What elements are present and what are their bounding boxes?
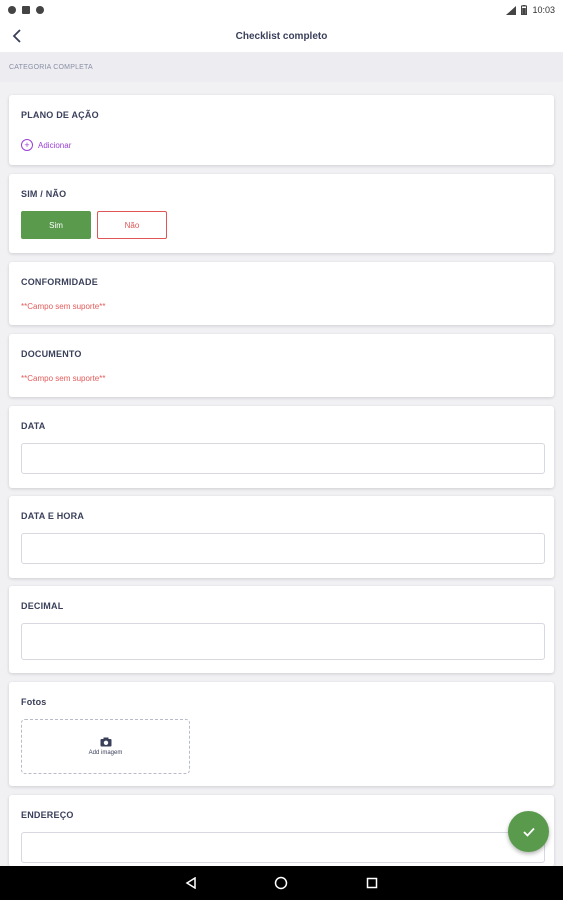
camera-icon (100, 737, 111, 747)
address-input[interactable] (21, 832, 545, 863)
action-plan-card: PLANO DE AÇÃO + Adicionar (9, 95, 554, 165)
battery-icon (521, 5, 528, 15)
category-header: CATEGORIA COMPLETA (0, 52, 563, 82)
sd-card-icon (22, 6, 30, 14)
conformity-card: CONFORMIDADE **Campo sem suporte** (9, 262, 554, 325)
submit-fab[interactable] (508, 811, 549, 852)
signal-icon (506, 5, 517, 15)
back-arrow-icon (12, 29, 21, 43)
add-action-plan-button[interactable]: + Adicionar (21, 139, 71, 151)
check-icon (522, 827, 535, 837)
system-nav-bar (0, 866, 563, 900)
yes-no-card: SIM / NÃO Sim Não (9, 174, 554, 253)
address-card: ENDEREÇO (9, 795, 554, 867)
action-plan-label: PLANO DE AÇÃO (21, 110, 99, 120)
no-button[interactable]: Não (97, 211, 167, 239)
app-notification-icon (8, 6, 16, 14)
category-title: CATEGORIA COMPLETA (9, 63, 93, 71)
conformity-unsupported-message: **Campo sem suporte** (21, 302, 106, 311)
clock: 10:03 (532, 5, 555, 15)
add-circle-icon: + (21, 139, 33, 151)
nav-home-icon (274, 876, 288, 890)
document-unsupported-message: **Campo sem suporte** (21, 374, 106, 383)
conformity-label: CONFORMIDADE (21, 277, 98, 287)
address-label: ENDEREÇO (21, 810, 74, 820)
document-card: DOCUMENTO **Campo sem suporte** (9, 334, 554, 397)
add-image-label: Add imagem (88, 750, 123, 756)
yes-no-label: SIM / NÃO (21, 189, 67, 199)
nav-back-button[interactable] (183, 875, 199, 891)
nav-recents-button[interactable] (364, 875, 380, 891)
photos-label: Fotos (21, 697, 47, 707)
decimal-card: DECIMAL (9, 586, 554, 673)
status-bar: 10:03 (0, 0, 563, 20)
nav-home-button[interactable] (273, 875, 289, 891)
photos-card: Fotos Add imagem (9, 682, 554, 786)
page-title: Checklist completo (235, 30, 328, 42)
back-button[interactable] (6, 25, 28, 47)
date-input[interactable] (21, 443, 545, 474)
datetime-card: DATA E HORA (9, 496, 554, 578)
add-action-plan-label: Adicionar (38, 140, 72, 150)
nav-back-icon (185, 877, 196, 889)
add-image-button[interactable]: Add imagem (21, 719, 190, 774)
notification-icons (8, 6, 44, 14)
datetime-input[interactable] (21, 533, 545, 564)
document-label: DOCUMENTO (21, 349, 82, 359)
decimal-label: DECIMAL (21, 601, 64, 611)
yes-button[interactable]: Sim (21, 211, 91, 239)
settings-notification-icon (36, 6, 44, 14)
date-label: DATA (21, 421, 46, 431)
date-card: DATA (9, 406, 554, 488)
datetime-label: DATA E HORA (21, 511, 85, 521)
nav-recents-icon (366, 877, 378, 889)
app-bar: Checklist completo (0, 20, 563, 52)
decimal-input[interactable] (21, 623, 545, 660)
